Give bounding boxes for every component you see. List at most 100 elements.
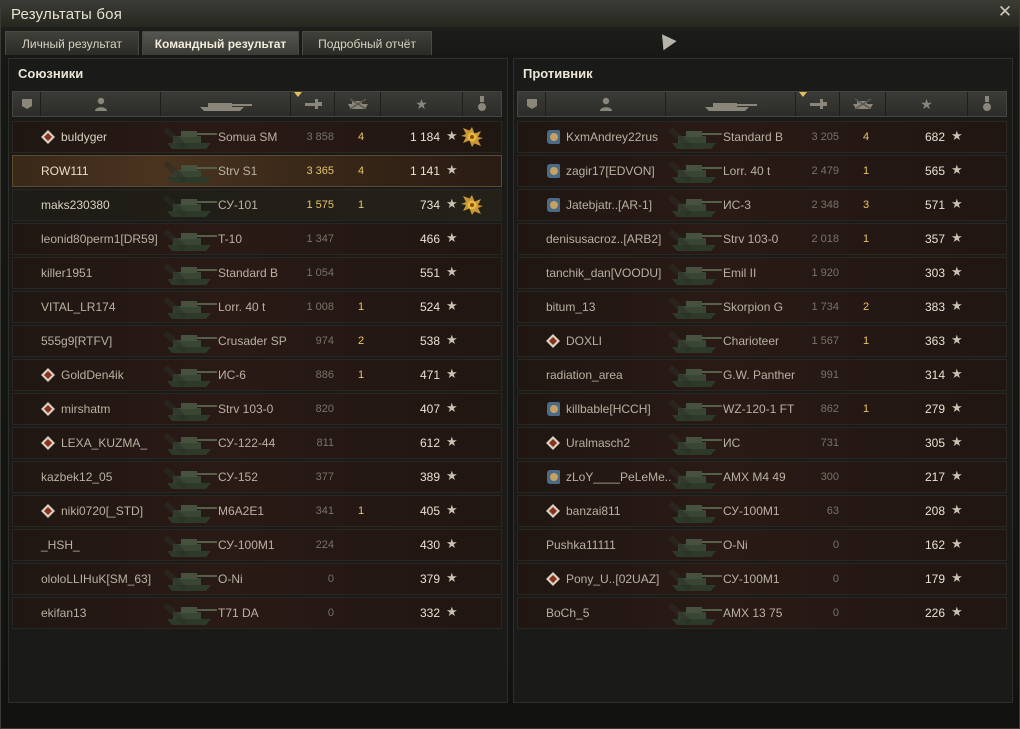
medal-column-icon[interactable]: [463, 92, 501, 116]
achievement-badge-icon: [546, 402, 560, 416]
score-value: 571: [924, 198, 945, 212]
tank-silhouette-icon: [668, 262, 722, 286]
star-icon: ★: [446, 434, 458, 449]
damage-column-icon[interactable]: [291, 92, 335, 116]
player-row[interactable]: maks230380 СУ-101 1 575 1 734 ★: [12, 189, 502, 221]
star-icon: ★: [951, 162, 963, 177]
achievement-badge-icon: [546, 198, 560, 212]
player-name: _HSH_: [41, 538, 80, 552]
score-value: 565: [924, 164, 945, 178]
tank-silhouette-icon: [668, 160, 722, 184]
player-row[interactable]: leonid80perm1[DR59] T-10 1 347 466 ★: [12, 223, 502, 255]
vehicle-name: ИС-3: [723, 198, 751, 212]
kills-value: 1: [862, 165, 870, 177]
damage-value: 3 365: [306, 165, 334, 177]
tank-silhouette-icon: [163, 228, 217, 252]
player-row[interactable]: killbable[HCCH] WZ-120-1 FT 862 1 279 ★: [517, 393, 1007, 425]
player-row[interactable]: mirshatm Strv 103-0 820 407 ★: [12, 393, 502, 425]
player-row[interactable]: DOXLI Charioteer 1 567 1 363 ★: [517, 325, 1007, 357]
kills-column-icon[interactable]: [335, 92, 381, 116]
vehicle-name: ИС: [723, 436, 741, 450]
player-name: maks230380: [41, 198, 110, 212]
score-column-icon[interactable]: ★: [381, 92, 463, 116]
star-icon: ★: [446, 264, 458, 279]
vehicle-name: Strv S1: [218, 164, 258, 178]
player-row[interactable]: ekifan13 T71 DA 0 332 ★: [12, 597, 502, 629]
damage-value: 731: [820, 437, 839, 449]
player-row[interactable]: zagir17[EDVON] Lorr. 40 t 2 479 1 565 ★: [517, 155, 1007, 187]
player-row[interactable]: buldyger Somua SM 3 858 4 1 184 ★: [12, 121, 502, 153]
player-row[interactable]: ololoLLIHuK[SM_63] O-Ni 0 379 ★: [12, 563, 502, 595]
player-row[interactable]: denisusacroz..[ARB2] Strv 103-0 2 018 1 357 ★: [517, 223, 1007, 255]
player-row[interactable]: Pushka11111 O-Ni 0 162 ★: [517, 529, 1007, 561]
sort-arrow-icon: [294, 92, 302, 97]
vehicle-name: AMX M4 49: [723, 470, 786, 484]
tank-silhouette-icon: [668, 126, 722, 150]
player-row[interactable]: killer1951 Standard B 1 054 551 ★: [12, 257, 502, 289]
player-row[interactable]: KxmAndrey22rus Standard B 3 205 4 682 ★: [517, 121, 1007, 153]
player-row[interactable]: _HSH_ СУ-100М1 224 430 ★: [12, 529, 502, 561]
player-name: leonid80perm1[DR59]: [41, 232, 158, 246]
player-row[interactable]: bitum_13 Skorpion G 1 734 2 383 ★: [517, 291, 1007, 323]
tab-personal[interactable]: Личный результат: [5, 31, 139, 55]
damage-value: 1 008: [306, 301, 334, 313]
score-column-icon[interactable]: ★: [886, 92, 968, 116]
player-row[interactable]: niki0720[_STD] M6A2E1 341 1 405 ★: [12, 495, 502, 527]
player-column-icon[interactable]: [546, 92, 666, 116]
player-row[interactable]: Jatebjatr..[AR-1] ИС-3 2 348 3 571 ★: [517, 189, 1007, 221]
platoon-column-icon[interactable]: [13, 92, 41, 116]
star-icon: ★: [951, 298, 963, 313]
player-row[interactable]: BoCh_5 AMX 13 75 0 226 ★: [517, 597, 1007, 629]
player-row[interactable]: Uralmasch2 ИС 731 305 ★: [517, 427, 1007, 459]
tank-silhouette-icon: [163, 602, 217, 626]
tank-silhouette-icon: [668, 466, 722, 490]
player-column-icon[interactable]: [41, 92, 161, 116]
player-row[interactable]: GoldDen4ik ИС-6 886 1 471 ★: [12, 359, 502, 391]
damage-column-icon[interactable]: [796, 92, 840, 116]
medal-icon[interactable]: [461, 194, 483, 216]
tab-detailed[interactable]: Подробный отчёт: [302, 31, 432, 55]
player-row[interactable]: tanchik_dan[VOODU] Emil II 1 920 303 ★: [517, 257, 1007, 289]
score-value: 1 141: [409, 164, 440, 178]
player-row[interactable]: 555g9[RTFV] Crusader SP 974 2 538 ★: [12, 325, 502, 357]
medal-icon[interactable]: [461, 126, 483, 148]
damage-value: 820: [315, 403, 334, 415]
player-row[interactable]: Pony_U..[02UAZ] СУ-100М1 0 179 ★: [517, 563, 1007, 595]
medal-column-icon[interactable]: [968, 92, 1006, 116]
kills-value: 1: [357, 301, 365, 313]
achievement-badge-icon: [546, 470, 560, 484]
player-name: zLoY____PeLeMe..: [566, 470, 672, 484]
tab-team[interactable]: Командный результат: [142, 31, 299, 55]
damage-value: 3 205: [811, 131, 839, 143]
clan-badge-icon: [546, 572, 560, 586]
player-row[interactable]: VITAL_LR174 Lorr. 40 t 1 008 1 524 ★: [12, 291, 502, 323]
vehicle-name: Crusader SP: [218, 334, 287, 348]
score-value: 379: [419, 572, 440, 586]
player-row[interactable]: zLoY____PeLeMe.. AMX M4 49 300 217 ★: [517, 461, 1007, 493]
damage-value: 2 348: [811, 199, 839, 211]
star-icon: ★: [446, 128, 458, 143]
damage-value: 2 479: [811, 165, 839, 177]
player-row[interactable]: ROW111 Strv S1 3 365 4 1 141 ★: [12, 155, 502, 187]
player-name: ROW111: [41, 164, 89, 178]
star-icon: ★: [446, 332, 458, 347]
damage-value: 0: [327, 607, 334, 619]
score-value: 524: [419, 300, 440, 314]
tank-column-icon[interactable]: [666, 92, 796, 116]
kills-column-icon[interactable]: [840, 92, 886, 116]
tank-silhouette-icon: [163, 296, 217, 320]
close-icon[interactable]: ✕: [997, 3, 1013, 20]
vehicle-name: Emil II: [723, 266, 757, 280]
platoon-column-icon[interactable]: [518, 92, 546, 116]
player-row[interactable]: banzai811 СУ-100М1 63 208 ★: [517, 495, 1007, 527]
tank-column-icon[interactable]: [161, 92, 291, 116]
star-icon: ★: [446, 298, 458, 313]
score-value: 208: [924, 504, 945, 518]
tank-silhouette-icon: [163, 500, 217, 524]
damage-value: 377: [315, 471, 334, 483]
player-row[interactable]: kazbek12_05 СУ-152 377 389 ★: [12, 461, 502, 493]
player-name: LEXA_KUZMA_: [61, 436, 148, 450]
player-name: Uralmasch2: [566, 436, 631, 450]
player-row[interactable]: LEXA_KUZMA_ СУ-122-44 811 612 ★: [12, 427, 502, 459]
player-row[interactable]: radiation_area G.W. Panther 991 314 ★: [517, 359, 1007, 391]
